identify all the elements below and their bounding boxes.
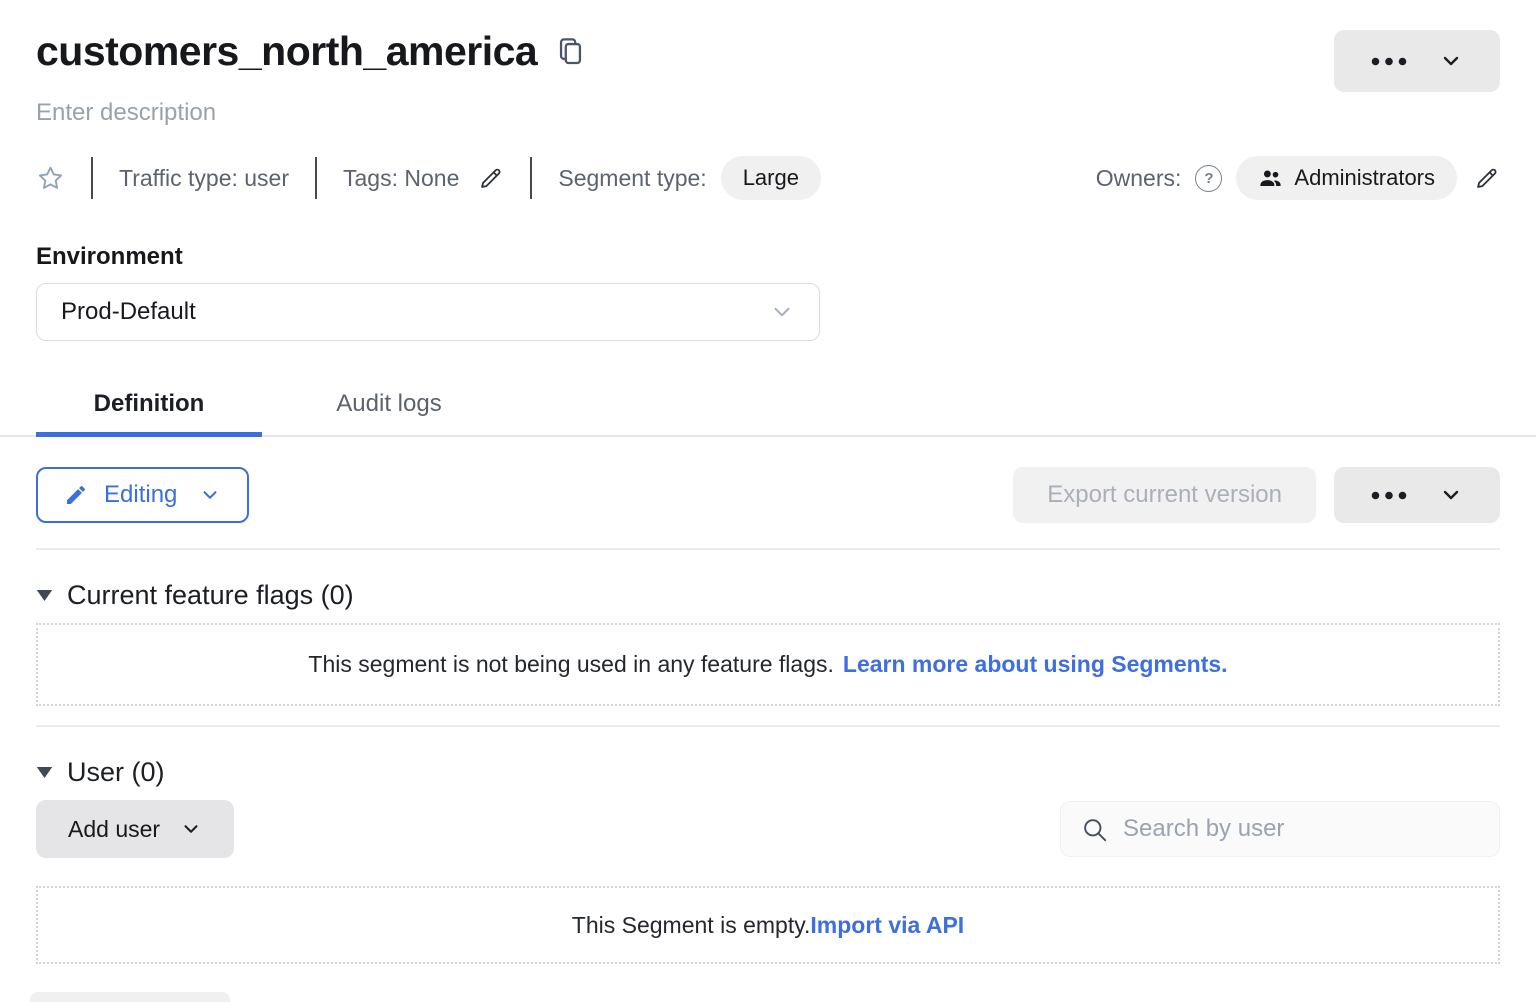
section-divider <box>36 725 1500 727</box>
meta-row: Traffic type: user Tags: None Segment ty… <box>36 155 1500 201</box>
user-controls-row: Add user <box>36 800 1500 858</box>
definition-toolbar: Editing Export current version <box>36 467 1500 523</box>
editing-button-label: Editing <box>104 481 177 509</box>
environment-section: Environment Prod-Default <box>36 243 1500 341</box>
ellipsis-icon <box>1371 488 1407 503</box>
toolbar-right-group: Export current version <box>1013 467 1500 523</box>
environment-selected-value: Prod-Default <box>61 298 196 326</box>
add-user-button-label: Add user <box>68 816 160 843</box>
import-via-api-link[interactable]: Import via API <box>810 912 964 939</box>
ellipsis-icon <box>1371 54 1407 69</box>
divider <box>315 157 317 199</box>
chevron-down-icon <box>180 818 202 840</box>
edit-tags-icon[interactable] <box>477 165 504 192</box>
edit-owners-icon[interactable] <box>1473 165 1500 192</box>
feature-flags-heading: Current feature flags (0) <box>67 580 354 611</box>
search-icon <box>1081 816 1108 843</box>
feature-flags-section-toggle[interactable]: Current feature flags (0) <box>36 580 1500 611</box>
page-title: customers_north_america <box>36 28 537 75</box>
definition-more-actions-button[interactable] <box>1334 467 1500 523</box>
divider <box>530 157 532 199</box>
segment-empty-text: This Segment is empty. <box>572 912 811 939</box>
owners-badge-label: Administrators <box>1294 165 1435 191</box>
learn-more-link[interactable]: Learn more about using Segments. <box>843 651 1228 678</box>
tab-audit-logs[interactable]: Audit logs <box>262 377 516 435</box>
description-field[interactable]: Enter description <box>36 99 1500 127</box>
pencil-icon <box>64 483 88 507</box>
collapse-triangle-icon <box>36 766 53 779</box>
header-more-actions-button[interactable] <box>1334 30 1500 92</box>
tab-definition-label: Definition <box>94 390 205 417</box>
collapse-triangle-icon <box>36 589 53 602</box>
add-user-button[interactable]: Add user <box>36 800 234 858</box>
user-search-box <box>1060 801 1500 857</box>
tags-label: Tags: None <box>343 165 459 192</box>
chevron-down-icon <box>1439 49 1463 73</box>
section-divider <box>36 548 1500 550</box>
page-header: customers_north_america Enter descriptio… <box>0 0 1536 341</box>
help-icon[interactable]: ? <box>1195 165 1222 192</box>
environment-label: Environment <box>36 243 1500 271</box>
segment-type-label: Segment type: <box>558 165 706 192</box>
favorite-star-icon[interactable] <box>36 164 65 193</box>
title-row: customers_north_america <box>36 0 1500 75</box>
export-current-version-button[interactable]: Export current version <box>1013 467 1316 523</box>
feature-flags-empty-state: This segment is not being used in any fe… <box>36 623 1500 706</box>
chevron-down-icon <box>1439 483 1463 507</box>
copy-icon[interactable] <box>557 36 584 67</box>
tab-audit-logs-label: Audit logs <box>336 390 441 417</box>
tab-definition[interactable]: Definition <box>36 377 262 435</box>
partially-visible-element[interactable] <box>30 992 230 1002</box>
divider <box>91 157 93 199</box>
segment-type-badge: Large <box>721 156 821 200</box>
search-by-user-input[interactable] <box>1121 814 1479 844</box>
owners-badge[interactable]: Administrators <box>1236 156 1457 200</box>
chevron-down-icon <box>769 299 795 325</box>
user-section-toggle[interactable]: User (0) <box>36 757 1500 788</box>
traffic-type-label: Traffic type: user <box>119 165 289 192</box>
tab-bar: Definition Audit logs <box>0 377 1536 437</box>
user-heading: User (0) <box>67 757 165 788</box>
environment-select[interactable]: Prod-Default <box>36 283 820 341</box>
segment-detail-page: customers_north_america Enter descriptio… <box>0 0 1536 964</box>
owners-label: Owners: <box>1096 165 1182 192</box>
editing-mode-button[interactable]: Editing <box>36 467 249 523</box>
user-empty-state: This Segment is empty.Import via API <box>36 886 1500 964</box>
people-icon <box>1258 166 1283 191</box>
chevron-down-icon <box>199 484 221 506</box>
feature-flags-empty-text: This segment is not being used in any fe… <box>308 651 833 678</box>
